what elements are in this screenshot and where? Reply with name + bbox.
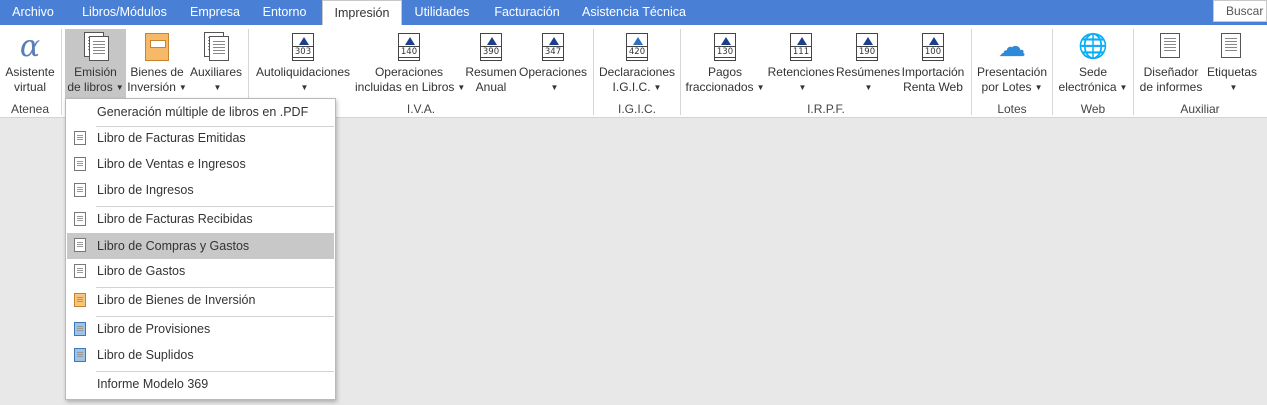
group-divider bbox=[1052, 29, 1053, 115]
tax-form-icon: 347 bbox=[538, 32, 568, 62]
tab-utilidades[interactable]: Utilidades bbox=[402, 0, 482, 25]
chevron-down-icon: ▼ bbox=[213, 83, 222, 92]
menu-item-libro-provisiones[interactable]: Libro de Provisiones bbox=[67, 317, 334, 341]
book-icon bbox=[74, 157, 86, 171]
chevron-down-icon: ▼ bbox=[1119, 83, 1128, 92]
sede-electronica-button[interactable]: 🌐 Sede electrónica ▼ bbox=[1057, 29, 1129, 101]
bienes-de-inversion-button[interactable]: Bienes de Inversión ▼ bbox=[127, 29, 187, 101]
chevron-down-icon: ▼ bbox=[300, 83, 309, 92]
group-divider bbox=[680, 29, 681, 115]
tab-libros-modulos[interactable]: Libros/Módulos bbox=[66, 0, 183, 25]
tab-impresion[interactable]: Impresión bbox=[322, 0, 402, 26]
group-divider bbox=[593, 29, 594, 115]
menu-item-generacion-multiple-pdf[interactable]: Generación múltiple de libros en .PDF bbox=[67, 100, 334, 124]
alpha-icon: α bbox=[19, 29, 41, 64]
canarias-form-icon: 420 bbox=[622, 32, 652, 62]
menu-item-libro-gastos[interactable]: Libro de Gastos bbox=[67, 259, 334, 283]
group-label-irpf: I.R.P.F. bbox=[807, 102, 845, 116]
group-label-web: Web bbox=[1080, 102, 1106, 116]
pagos-fraccionados-button[interactable]: 130 Pagos fraccionados ▼ bbox=[685, 29, 765, 101]
chevron-down-icon: ▼ bbox=[115, 83, 124, 92]
group-label-lotes: Lotes bbox=[997, 102, 1027, 116]
emision-de-libros-button[interactable]: Emisión de libros ▼ bbox=[65, 29, 126, 101]
chevron-down-icon: ▼ bbox=[864, 83, 873, 92]
declaraciones-igic-button[interactable]: 420 Declaraciones I.G.I.C. ▼ bbox=[598, 29, 676, 101]
search-box[interactable]: Buscar bbox=[1213, 0, 1267, 22]
chevron-down-icon: ▼ bbox=[1229, 83, 1238, 92]
group-label-auxiliar: Auxiliar bbox=[1180, 102, 1220, 116]
resumen-anual-button[interactable]: 390 Resumen Anual bbox=[465, 29, 517, 101]
operaciones-incluidas-en-libros-button[interactable]: 140 Operaciones incluidas en Libros ▼ bbox=[355, 29, 465, 101]
emision-de-libros-dropdown-menu: Generación múltiple de libros en .PDF Li… bbox=[65, 98, 336, 400]
tab-facturacion[interactable]: Facturación bbox=[482, 0, 572, 25]
importacion-renta-web-button[interactable]: 100 Importación Renta Web bbox=[899, 29, 967, 101]
menu-item-libro-ventas-ingresos[interactable]: Libro de Ventas e Ingresos bbox=[67, 152, 334, 176]
tax-form-icon: 111 bbox=[786, 32, 816, 62]
asistente-virtual-button[interactable]: α Asistente virtual bbox=[3, 29, 57, 101]
group-label-atenea: Atenea bbox=[10, 102, 50, 116]
books-icon bbox=[81, 32, 111, 62]
menu-item-libro-compras-gastos[interactable]: Libro de Compras y Gastos bbox=[67, 233, 334, 259]
tax-form-icon: 390 bbox=[476, 32, 506, 62]
chevron-down-icon: ▼ bbox=[653, 83, 662, 92]
group-divider bbox=[61, 29, 62, 115]
autoliquidaciones-button[interactable]: 303 Autoliquidaciones ▼ bbox=[253, 29, 353, 101]
book-icon bbox=[74, 183, 86, 197]
chevron-down-icon: ▼ bbox=[178, 83, 187, 92]
group-divider bbox=[971, 29, 972, 115]
menu-item-libro-bienes-inversion[interactable]: Libro de Bienes de Inversión bbox=[67, 288, 334, 312]
group-divider bbox=[1133, 29, 1134, 115]
globe-icon: 🌐 bbox=[1078, 33, 1108, 60]
retenciones-button[interactable]: 111 Retenciones ▼ bbox=[767, 29, 835, 101]
blue-book-icon bbox=[74, 348, 86, 362]
tax-form-icon: 130 bbox=[710, 32, 740, 62]
tab-asistencia-tecnica[interactable]: Asistencia Técnica bbox=[572, 0, 696, 25]
group-label-igic: I.G.I.C. bbox=[617, 102, 656, 116]
menu-item-libro-ingresos[interactable]: Libro de Ingresos bbox=[67, 178, 334, 202]
disenador-de-informes-button[interactable]: Diseñador de informes bbox=[1138, 29, 1204, 101]
auxiliares-button[interactable]: Auxiliares ▼ bbox=[188, 29, 244, 101]
labels-grid-icon bbox=[1217, 32, 1247, 62]
tax-form-icon: 100 bbox=[918, 32, 948, 62]
chevron-down-icon: ▼ bbox=[756, 83, 765, 92]
book-icon bbox=[74, 212, 86, 226]
operaciones-button[interactable]: 347 Operaciones ▼ bbox=[519, 29, 587, 101]
book-icon bbox=[74, 264, 86, 278]
chevron-down-icon: ▼ bbox=[798, 83, 807, 92]
presentacion-por-lotes-button[interactable]: ☁ Presentación por Lotes ▼ bbox=[976, 29, 1048, 101]
menu-item-libro-facturas-recibidas[interactable]: Libro de Facturas Recibidas bbox=[67, 207, 334, 231]
etiquetas-button[interactable]: Etiquetas ▼ bbox=[1205, 29, 1259, 101]
cloud-icon: ☁ bbox=[998, 31, 1026, 62]
tab-archivo[interactable]: Archivo bbox=[0, 0, 66, 25]
tab-entorno[interactable]: Entorno bbox=[247, 0, 322, 25]
menu-item-libro-suplidos[interactable]: Libro de Suplidos bbox=[67, 343, 334, 367]
tax-form-icon: 190 bbox=[852, 32, 882, 62]
menu-item-informe-modelo-369[interactable]: Informe Modelo 369 bbox=[67, 372, 334, 396]
menu-item-libro-facturas-emitidas[interactable]: Libro de Facturas Emitidas bbox=[67, 126, 334, 150]
report-designer-icon bbox=[1156, 32, 1186, 62]
resumenes-button[interactable]: 190 Resúmenes ▼ bbox=[836, 29, 900, 101]
book-icon bbox=[74, 238, 86, 252]
orange-book-icon bbox=[142, 32, 172, 62]
book-icon bbox=[74, 131, 86, 145]
chevron-down-icon: ▼ bbox=[1034, 83, 1043, 92]
blue-book-icon bbox=[74, 322, 86, 336]
tax-form-icon: 303 bbox=[288, 32, 318, 62]
tax-form-icon: 140 bbox=[394, 32, 424, 62]
ribbon-tab-bar: Archivo Libros/Módulos Empresa Entorno I… bbox=[0, 0, 1267, 26]
tab-empresa[interactable]: Empresa bbox=[183, 0, 247, 25]
books-icon bbox=[201, 32, 231, 62]
chevron-down-icon: ▼ bbox=[550, 83, 559, 92]
orange-book-icon bbox=[74, 293, 86, 307]
